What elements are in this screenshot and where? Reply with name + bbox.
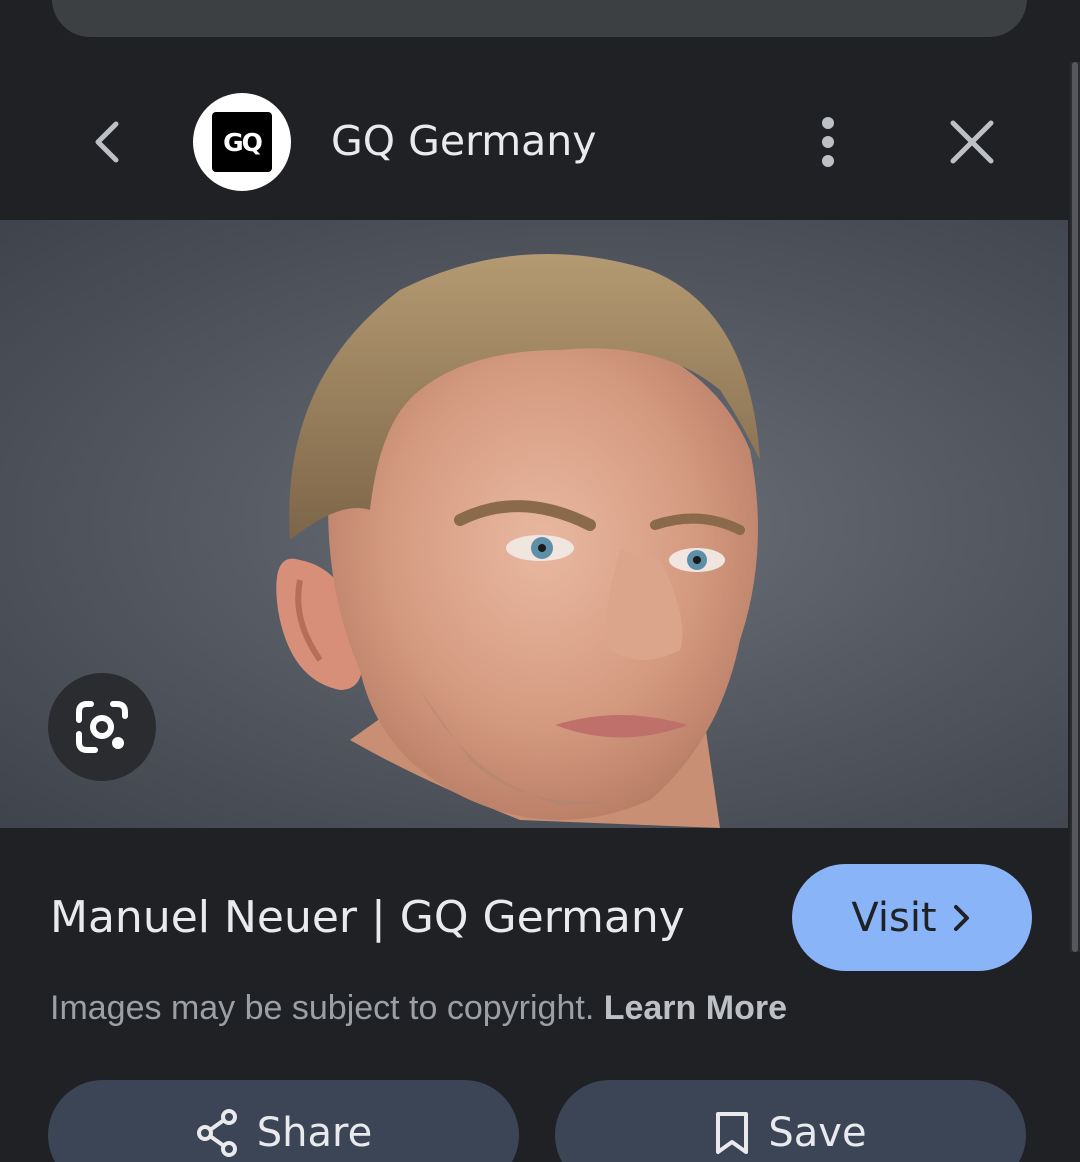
save-label: Save: [768, 1110, 867, 1156]
share-button[interactable]: Share: [48, 1080, 519, 1162]
share-icon: [195, 1108, 239, 1158]
search-bar[interactable]: [52, 0, 1027, 37]
share-label: Share: [256, 1110, 373, 1156]
copyright-text: Images may be subject to copyright.: [50, 989, 604, 1027]
google-lens-button[interactable]: [48, 673, 156, 781]
close-icon: [950, 120, 994, 164]
viewer-header: GQ GQ Germany: [0, 62, 1068, 220]
source-logo[interactable]: GQ: [193, 93, 291, 191]
source-name[interactable]: GQ Germany: [331, 116, 597, 166]
image-viewer-page: GQ GQ Germany Manuel Neuer | GQ Germany …: [0, 0, 1080, 1162]
result-image[interactable]: [0, 220, 1068, 828]
save-button[interactable]: Save: [555, 1080, 1026, 1162]
bookmark-icon: [714, 1108, 750, 1158]
visit-button[interactable]: Visit: [792, 864, 1032, 971]
chevron-right-icon: [953, 904, 969, 931]
gq-logo: GQ: [212, 112, 272, 172]
visit-label: Visit: [851, 894, 937, 941]
back-button[interactable]: [78, 112, 138, 172]
scrollbar[interactable]: [1072, 62, 1078, 952]
portrait-illustration: [276, 254, 760, 828]
chevron-left-icon: [95, 121, 119, 163]
google-lens-icon: [76, 701, 128, 753]
close-button[interactable]: [942, 112, 1002, 172]
copyright-notice: Images may be subject to copyright. Lear…: [50, 986, 787, 1030]
more-vert-icon: [822, 117, 834, 167]
more-options-button[interactable]: [798, 112, 858, 172]
result-title: Manuel Neuer | GQ Germany: [50, 892, 685, 943]
learn-more-link[interactable]: Learn More: [604, 989, 787, 1027]
